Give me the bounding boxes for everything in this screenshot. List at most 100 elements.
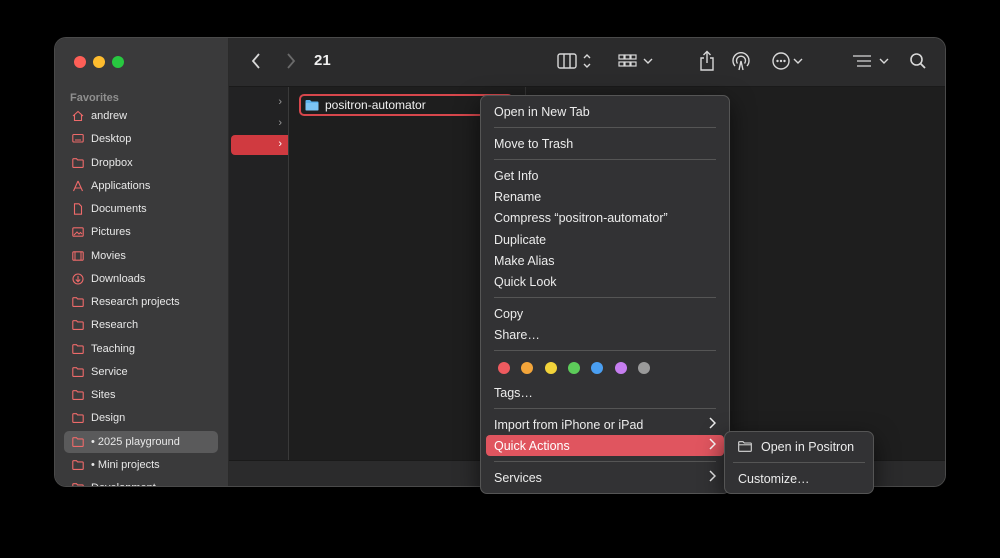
sidebar-item[interactable]: Documents (64, 198, 218, 220)
parent-column-row-selected[interactable]: › (231, 135, 288, 155)
sidebar-item-label: Documents (91, 203, 147, 215)
menu-item-quick-actions[interactable]: Quick Actions (486, 435, 724, 456)
minimize-window-button[interactable] (93, 56, 105, 68)
folder-name: positron-automator (325, 98, 426, 112)
chevron-right-icon (709, 438, 717, 453)
chevron-right-icon: › (278, 138, 282, 150)
parent-column: › › › (229, 87, 289, 460)
sidebar-item[interactable]: Teaching (64, 338, 218, 360)
sidebar-item-label: Teaching (91, 342, 136, 355)
sidebar-item-label: Applications (91, 179, 151, 192)
folder-icon (72, 319, 84, 331)
menu-item-duplicate[interactable]: Duplicate (486, 229, 724, 250)
menu-item-make-alias[interactable]: Make Alias (486, 250, 724, 271)
sidebar-item[interactable]: Desktop (64, 128, 218, 150)
menu-separator (494, 408, 716, 409)
menu-item-import-from-iphone[interactable]: Import from iPhone or iPad (486, 414, 724, 435)
sidebar-item-label: • Mini projects (91, 458, 160, 471)
sidebar-item-label: andrew (91, 110, 128, 122)
menu-item-services[interactable]: Services (486, 467, 724, 488)
sidebar-item-label: Service (91, 365, 128, 378)
parent-column-row[interactable]: › (229, 93, 288, 113)
sidebar-item[interactable]: • 2025 playground (64, 430, 218, 453)
folder-icon (72, 436, 84, 448)
sidebar-item[interactable]: • Mini projects (64, 454, 218, 476)
folder-icon (72, 157, 84, 169)
menu-item-quick-look[interactable]: Quick Look (486, 271, 724, 292)
chevron-right-icon: › (278, 117, 282, 129)
menu-item-label: Import from iPhone or iPad (494, 417, 644, 432)
sidebar-item[interactable]: Downloads (64, 268, 218, 290)
menu-item-share[interactable]: Share… (486, 324, 724, 345)
menu-separator (494, 461, 716, 462)
folder-icon (72, 343, 84, 355)
menu-item-open-in-positron[interactable]: Open in Positron (730, 436, 868, 457)
sidebar-item[interactable]: Development (64, 477, 218, 486)
grid-icon (618, 54, 653, 67)
forward-button[interactable] (280, 50, 302, 72)
sidebar-item-label: Design (91, 412, 126, 425)
menu-item-compress[interactable]: Compress “positron-automator” (486, 207, 724, 228)
sidebar-item[interactable]: Service (64, 361, 218, 383)
home-icon (72, 110, 84, 122)
menu-item-copy[interactable]: Copy (486, 303, 724, 324)
chevron-right-icon (709, 470, 717, 485)
list-options-button[interactable] (851, 50, 893, 72)
zoom-window-button[interactable] (112, 56, 124, 68)
menu-item-label: Services (494, 470, 542, 485)
sidebar-item-label: Downloads (91, 272, 146, 285)
ellipsis-circle-icon (772, 52, 803, 70)
sidebar: Favorites andrew Desktop Dropbox Applicatio… (55, 38, 229, 486)
tag-color-dot[interactable] (637, 362, 650, 374)
folder-icon (72, 366, 84, 378)
sidebar-item[interactable]: Design (64, 407, 218, 429)
list-icon (853, 55, 889, 67)
search-button[interactable] (906, 50, 930, 72)
sidebar-item[interactable]: andrew (64, 105, 218, 127)
sidebar-item-label: Dropbox (91, 156, 133, 169)
columns-view-icon (557, 53, 591, 69)
menu-item-customize[interactable]: Customize… (730, 468, 868, 489)
sidebar-item-label: • 2025 playground (91, 435, 180, 448)
tag-color-dot[interactable] (498, 362, 510, 374)
view-mode-button[interactable] (556, 50, 596, 72)
airdrop-button[interactable] (729, 50, 753, 72)
back-button[interactable] (245, 50, 267, 72)
sidebar-item-label: Development (91, 482, 156, 486)
menu-item-get-info[interactable]: Get Info (486, 165, 724, 186)
tag-color-dot[interactable] (567, 362, 580, 374)
close-window-button[interactable] (74, 56, 86, 68)
menu-separator (494, 127, 716, 128)
share-button[interactable] (695, 50, 719, 72)
menu-item-tags[interactable]: Tags… (486, 382, 724, 403)
action-button[interactable] (771, 50, 807, 72)
folder-icon (72, 389, 84, 401)
context-menu: Open in New Tab Move to Trash Get Info R… (480, 95, 730, 494)
sidebar-item[interactable]: Dropbox (64, 152, 218, 174)
menu-separator (494, 350, 716, 351)
menu-item-label: Open in Positron (761, 439, 855, 454)
menu-separator (733, 462, 865, 463)
sidebar-item-label: Desktop (91, 133, 132, 146)
menu-item-open-in-new-tab[interactable]: Open in New Tab (486, 101, 724, 122)
menu-item-rename[interactable]: Rename (486, 186, 724, 207)
chevron-left-icon (251, 53, 260, 69)
sidebar-item[interactable]: Research (64, 314, 218, 336)
sidebar-item-label: Research projects (91, 296, 180, 308)
menu-item-label: Quick Actions (494, 438, 570, 453)
folder-icon (305, 100, 319, 111)
tag-color-dot[interactable] (614, 362, 627, 374)
quick-actions-submenu: Open in Positron Customize… (724, 431, 874, 494)
tag-color-dot[interactable] (544, 362, 557, 374)
tag-color-dot[interactable] (591, 362, 604, 374)
chevron-right-icon: › (278, 96, 282, 108)
sidebar-item[interactable]: Sites (64, 384, 218, 406)
sidebar-item[interactable]: Pictures (64, 221, 218, 243)
parent-column-row[interactable]: › (229, 114, 288, 134)
sidebar-item[interactable]: Applications (64, 175, 218, 197)
menu-item-move-to-trash[interactable]: Move to Trash (486, 133, 724, 154)
group-button[interactable] (617, 50, 657, 72)
sidebar-item[interactable]: Research projects (64, 291, 218, 313)
tag-color-dot[interactable] (521, 362, 534, 374)
sidebar-item[interactable]: Movies (64, 245, 218, 267)
